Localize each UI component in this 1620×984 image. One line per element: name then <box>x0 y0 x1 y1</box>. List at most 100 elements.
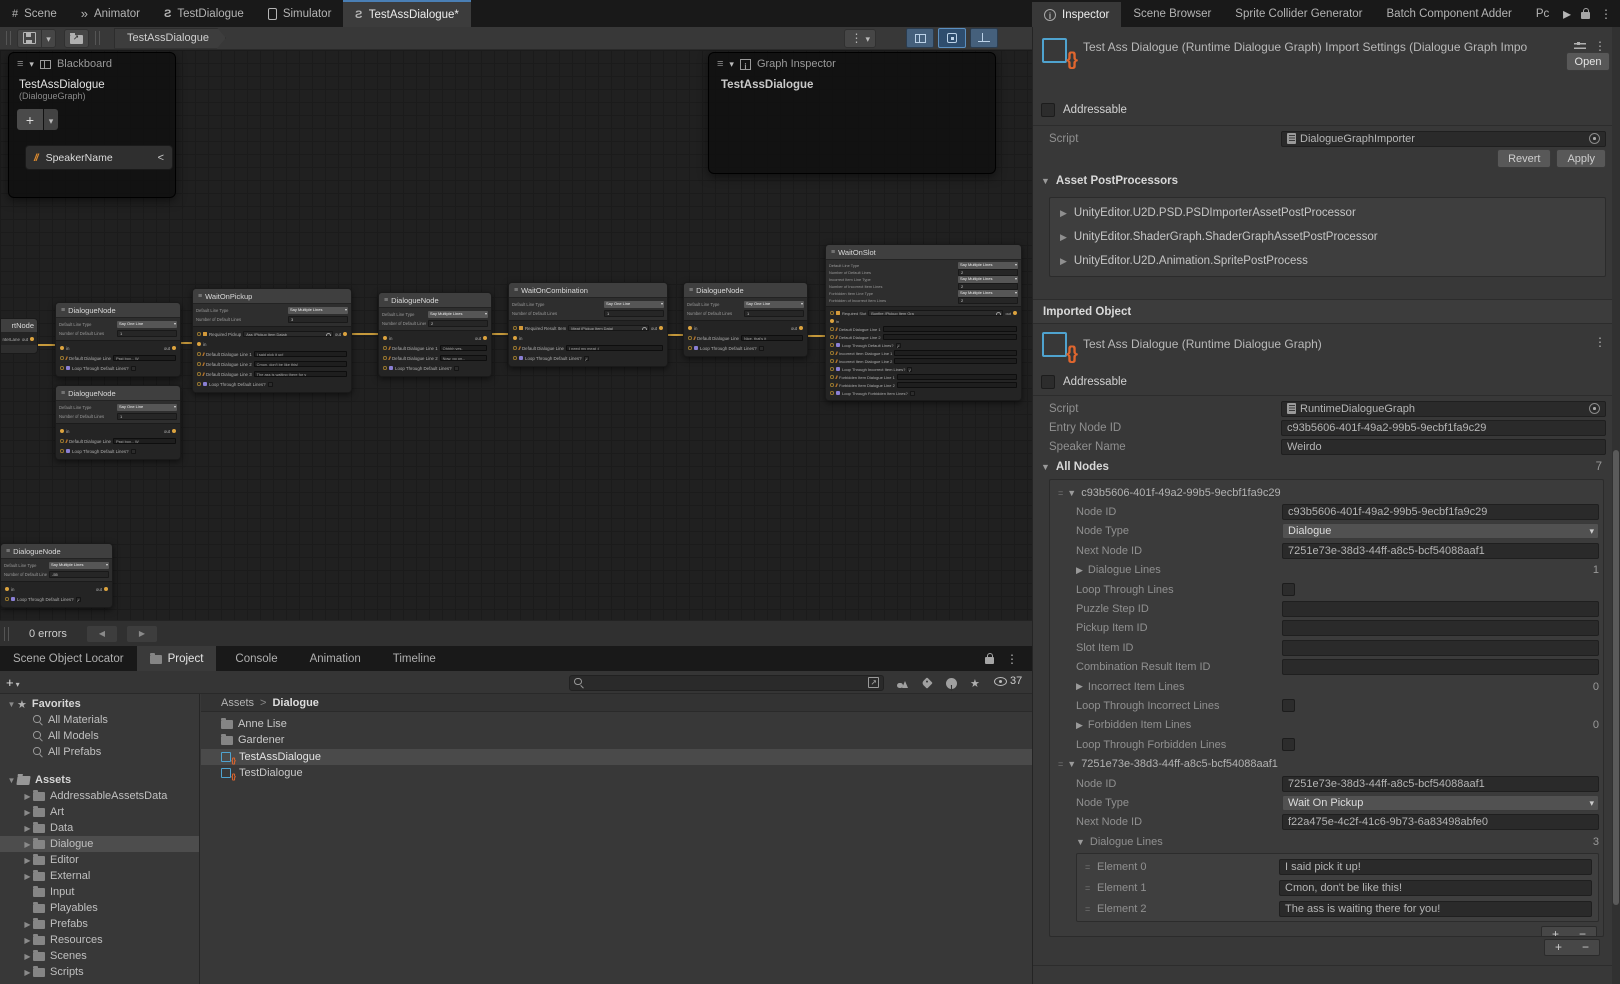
node-header[interactable]: DialogueNode <box>56 303 180 318</box>
value-port[interactable] <box>830 375 834 379</box>
inspector-scrollbar[interactable] <box>1612 27 1620 984</box>
dialogue-line-field[interactable]: I said pick it up! <box>254 351 347 357</box>
dialogue-line-field[interactable] <box>897 382 1017 388</box>
loop-checkbox[interactable] <box>759 346 764 351</box>
field-value[interactable] <box>1282 640 1599 656</box>
value-port[interactable] <box>60 366 64 370</box>
foldout-dialogue-lines[interactable]: ▶Dialogue Lines1 <box>1050 561 1603 580</box>
next-error-button[interactable]: ▶ <box>127 626 157 642</box>
editor-tab-scene[interactable]: Scene <box>0 0 69 27</box>
expander-icon[interactable]: ▶ <box>22 824 33 833</box>
foldout-dialogue-lines[interactable]: ▼Dialogue Lines3 <box>1050 832 1603 851</box>
open-search-window-icon[interactable] <box>868 677 879 688</box>
graph-node-dialoguenode-7[interactable]: DialogueNodeDefault Line TypeSay Multipl… <box>0 543 113 608</box>
field-checkbox[interactable] <box>1282 699 1295 712</box>
element-value-field[interactable]: The ass is waiting there for you! <box>1279 901 1592 917</box>
loop-checkbox[interactable] <box>910 391 915 396</box>
object-field[interactable]: Ass (Pickup Item Datab <box>243 331 333 338</box>
tree-item-data[interactable]: ▶Data <box>0 820 199 836</box>
param-value-field[interactable]: 1 <box>744 310 804 317</box>
graph-canvas[interactable]: DialogueNodeDefault Line TypeSay One Lin… <box>0 50 1032 620</box>
param-enum-dropdown[interactable]: Say Multiple Lines <box>428 311 488 318</box>
tree-item-dialogue[interactable]: ▶Dialogue <box>0 836 199 852</box>
value-port[interactable] <box>383 346 387 350</box>
param-enum-dropdown[interactable]: Say One Line <box>604 301 664 308</box>
input-port[interactable] <box>688 326 692 330</box>
param-value-field[interactable]: -55 <box>49 571 109 578</box>
output-port[interactable] <box>1013 311 1017 315</box>
breadcrumb-current[interactable]: Dialogue <box>272 697 318 709</box>
inspector-tab-sprite-collider-generator[interactable]: Sprite Collider Generator <box>1223 0 1374 27</box>
value-port[interactable] <box>5 597 9 601</box>
param-enum-dropdown[interactable]: Say One Line <box>117 321 177 328</box>
editor-tab-testdialogue[interactable]: TestDialogue <box>152 0 256 27</box>
panel-menu-icon[interactable] <box>1006 650 1018 668</box>
graph-node-dialoguenode-5[interactable]: DialogueNodeDefault Line TypeSay One Lin… <box>683 282 808 357</box>
show-in-project-button[interactable] <box>64 29 89 48</box>
node-header[interactable]: WaitOnSlot <box>826 245 1021 260</box>
bottom-tab-console[interactable]: Console <box>216 646 290 671</box>
importance-filter-icon[interactable] <box>946 678 957 689</box>
value-port[interactable] <box>197 332 201 336</box>
element-value-field[interactable]: I said pick it up! <box>1279 859 1592 875</box>
value-port[interactable] <box>197 352 201 356</box>
file-row-testdialogue[interactable]: TestDialogue <box>201 765 1032 781</box>
input-port[interactable] <box>60 429 64 433</box>
field-value[interactable]: f22a475e-4c2f-41c6-9b73-6a83498abfe0 <box>1282 814 1599 830</box>
addressable-checkbox[interactable] <box>1041 103 1055 117</box>
value-port[interactable] <box>60 439 64 443</box>
tree-item-all-materials[interactable]: All Materials <box>0 712 199 728</box>
field-value[interactable] <box>1282 659 1599 675</box>
expander-icon[interactable]: ▶ <box>22 808 33 817</box>
loop-checkbox[interactable] <box>76 597 81 602</box>
node-collapse-icon[interactable] <box>61 307 65 314</box>
graph-node-waitoncombination-4[interactable]: WaitOnCombinationDefault Line TypeSay On… <box>508 282 668 367</box>
revert-button[interactable]: Revert <box>1497 149 1551 168</box>
toolbar-drag-handle[interactable] <box>6 31 11 45</box>
param-enum-dropdown[interactable]: Say One Line <box>744 301 804 308</box>
file-row-anne-lise[interactable]: Anne Lise <box>201 716 1032 732</box>
dialogue-line-field[interactable]: Psst boy... W <box>113 438 176 444</box>
add-property-button[interactable]: + <box>17 109 43 130</box>
node-foldout-7251e73e[interactable]: =▼7251e73e-38d3-44ff-a8c5-bcf54088aaf1 <box>1050 754 1603 773</box>
value-port[interactable] <box>830 351 834 355</box>
object-menu-icon[interactable] <box>1594 335 1606 349</box>
element-value-field[interactable]: Cmon, don't be like this! <box>1279 880 1592 896</box>
loop-checkbox[interactable] <box>896 343 901 348</box>
node-header[interactable]: WaitOnCombination <box>509 283 667 298</box>
node-collapse-icon[interactable] <box>198 293 202 300</box>
postprocessor-row[interactable]: ▶UnityEditor.U2D.Animation.SpritePostPro… <box>1050 249 1605 273</box>
param-value-field[interactable]: 2 <box>958 283 1018 290</box>
drag-handle-icon[interactable]: = <box>1058 488 1062 498</box>
scrollbar-thumb[interactable] <box>1613 450 1619 905</box>
graph-node-waitonpickup-2[interactable]: WaitOnPickupDefault Line TypeSay Multipl… <box>192 288 352 393</box>
value-port[interactable] <box>60 449 64 453</box>
loop-checkbox[interactable] <box>268 382 273 387</box>
drag-handle-icon[interactable]: = <box>1058 759 1062 769</box>
field-value[interactable] <box>1282 620 1599 636</box>
node-collapse-icon[interactable] <box>689 287 693 294</box>
param-enum-dropdown[interactable]: Say One Line <box>117 404 177 411</box>
bottom-tab-animation[interactable]: Animation <box>291 646 374 671</box>
param-value-field[interactable]: 2 <box>428 320 488 327</box>
apply-button[interactable]: Apply <box>1556 149 1606 168</box>
postprocessor-row[interactable]: ▶UnityEditor.U2D.PSD.PSDImporterAssetPos… <box>1050 201 1605 225</box>
value-port[interactable] <box>830 391 834 395</box>
node-collapse-icon[interactable] <box>61 390 65 397</box>
remove-node-button[interactable]: − <box>1572 940 1599 955</box>
dialogue-line-field[interactable]: Psst boy... W <box>113 355 176 361</box>
all-nodes-foldout[interactable]: ▼ All Nodes 7 <box>1033 457 1620 476</box>
field-entry-node-id[interactable]: c93b5606-401f-49a2-99b5-9ecbf1fa9c29 <box>1281 420 1606 436</box>
dialogue-line-field[interactable]: Nice, that's it <box>741 335 803 341</box>
param-value-field[interactable]: 1 <box>117 413 177 420</box>
object-field[interactable]: Meat (Pickup Item Data) <box>568 325 649 332</box>
value-port[interactable] <box>830 311 834 315</box>
dialogue-line-field[interactable]: I need my meat :( <box>566 345 663 351</box>
output-port[interactable] <box>343 332 347 336</box>
panel-menu-icon[interactable] <box>1600 5 1612 23</box>
value-port[interactable] <box>513 346 517 350</box>
inspector-tab-pc[interactable]: Pc <box>1524 0 1561 27</box>
dialogue-line-field[interactable]: Cmon, don't be like this! <box>254 361 347 367</box>
graph-node-dialoguenode-1[interactable]: DialogueNodeDefault Line TypeSay One Lin… <box>55 385 181 460</box>
tree-item-addressableassetsdata[interactable]: ▶AddressableAssetsData <box>0 788 199 804</box>
